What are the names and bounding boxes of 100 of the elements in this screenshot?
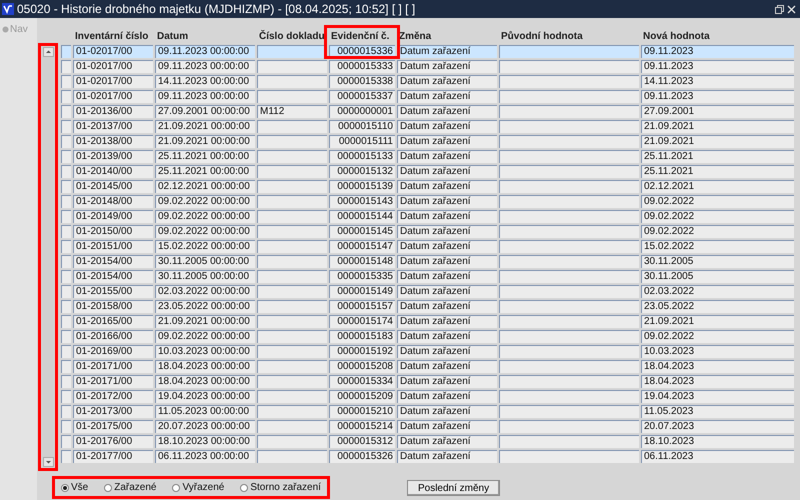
table-cell[interactable]: 01-20173/00 — [73, 405, 153, 418]
table-cell[interactable]: 0000015148 — [329, 255, 395, 268]
empty-cell[interactable] — [257, 195, 327, 208]
row-selector[interactable] — [61, 60, 71, 73]
table-cell[interactable]: 09.02.2022 00:00:00 — [155, 195, 255, 208]
table-cell[interactable]: 30.11.2005 00:00:00 — [155, 270, 255, 283]
table-cell[interactable]: 0000015111 — [329, 135, 395, 148]
table-cell[interactable]: 18.04.2023 00:00:00 — [155, 360, 255, 373]
empty-cell[interactable] — [257, 240, 327, 253]
table-cell[interactable]: 15.02.2022 00:00:00 — [155, 240, 255, 253]
table-cell[interactable]: 21.09.2021 — [641, 135, 794, 148]
table-cell[interactable]: 11.05.2023 — [641, 405, 794, 418]
scroll-down-icon[interactable] — [42, 457, 54, 467]
table-cell[interactable]: 25.11.2021 — [641, 150, 794, 163]
empty-cell[interactable] — [499, 240, 639, 253]
empty-cell[interactable] — [499, 120, 639, 133]
row-selector[interactable] — [61, 435, 71, 448]
table-cell[interactable]: Datum zařazení — [397, 270, 497, 283]
empty-cell[interactable] — [499, 405, 639, 418]
table-cell[interactable]: 0000015337 — [329, 90, 395, 103]
table-cell[interactable]: 20.07.2023 — [641, 420, 794, 433]
empty-cell[interactable] — [499, 255, 639, 268]
empty-cell[interactable] — [257, 435, 327, 448]
table-cell[interactable]: 0000015110 — [329, 120, 395, 133]
table-cell[interactable]: M112 — [257, 105, 327, 118]
table-cell[interactable]: 02.03.2022 00:00:00 — [155, 285, 255, 298]
table-cell[interactable]: 21.09.2021 00:00:00 — [155, 120, 255, 133]
table-cell[interactable]: Datum zařazení — [397, 345, 497, 358]
table-cell[interactable]: 01-20165/00 — [73, 315, 153, 328]
table-cell[interactable]: Datum zařazení — [397, 60, 497, 73]
table-cell[interactable]: Datum zařazení — [397, 120, 497, 133]
empty-cell[interactable] — [257, 330, 327, 343]
empty-cell[interactable] — [499, 195, 639, 208]
table-cell[interactable]: Datum zařazení — [397, 225, 497, 238]
empty-cell[interactable] — [499, 300, 639, 313]
table-cell[interactable]: 09.11.2023 — [641, 60, 794, 73]
table-cell[interactable]: 0000015145 — [329, 225, 395, 238]
empty-cell[interactable] — [499, 135, 639, 148]
table-cell[interactable]: Datum zařazení — [397, 420, 497, 433]
table-cell[interactable]: 0000015338 — [329, 75, 395, 88]
table-cell[interactable]: 25.11.2021 00:00:00 — [155, 150, 255, 163]
table-cell[interactable]: 23.05.2022 — [641, 300, 794, 313]
table-cell[interactable]: 09.02.2022 00:00:00 — [155, 225, 255, 238]
table-cell[interactable]: Datum zařazení — [397, 315, 497, 328]
row-selector[interactable] — [61, 330, 71, 343]
table-cell[interactable]: 09.02.2022 — [641, 330, 794, 343]
table-cell[interactable]: 18.04.2023 00:00:00 — [155, 375, 255, 388]
table-cell[interactable]: 01-20139/00 — [73, 150, 153, 163]
table-cell[interactable]: 01-20158/00 — [73, 300, 153, 313]
table-cell[interactable]: 01-20137/00 — [73, 120, 153, 133]
table-cell[interactable]: 01-20150/00 — [73, 225, 153, 238]
table-cell[interactable]: 14.11.2023 — [641, 75, 794, 88]
close-icon[interactable] — [787, 4, 796, 14]
table-cell[interactable]: 0000015210 — [329, 405, 395, 418]
table-cell[interactable]: 30.11.2005 — [641, 270, 794, 283]
empty-cell[interactable] — [499, 360, 639, 373]
row-selector[interactable] — [61, 420, 71, 433]
table-cell[interactable]: 25.11.2021 00:00:00 — [155, 165, 255, 178]
row-selector[interactable] — [61, 375, 71, 388]
table-cell[interactable]: 09.11.2023 00:00:00 — [155, 45, 255, 58]
empty-cell[interactable] — [499, 60, 639, 73]
table-cell[interactable]: 01-20166/00 — [73, 330, 153, 343]
table-cell[interactable]: 0000015139 — [329, 180, 395, 193]
row-selector[interactable] — [61, 90, 71, 103]
table-cell[interactable]: 09.02.2022 00:00:00 — [155, 210, 255, 223]
table-cell[interactable]: 18.10.2023 — [641, 435, 794, 448]
table-cell[interactable]: 01-20176/00 — [73, 435, 153, 448]
row-selector[interactable] — [61, 75, 71, 88]
filter-radio[interactable]: Storno zařazení — [240, 480, 321, 495]
table-cell[interactable]: Datum zařazení — [397, 330, 497, 343]
table-cell[interactable]: 06.11.2023 — [641, 450, 794, 463]
table-cell[interactable]: Datum zařazení — [397, 90, 497, 103]
table-cell[interactable]: 21.09.2021 — [641, 315, 794, 328]
empty-cell[interactable] — [499, 390, 639, 403]
table-cell[interactable]: 01-02017/00 — [73, 60, 153, 73]
table-cell[interactable]: 0000015333 — [329, 60, 395, 73]
empty-cell[interactable] — [257, 165, 327, 178]
table-cell[interactable]: 09.11.2023 00:00:00 — [155, 90, 255, 103]
table-cell[interactable]: 01-20175/00 — [73, 420, 153, 433]
table-cell[interactable]: 19.04.2023 — [641, 390, 794, 403]
row-selector[interactable] — [61, 390, 71, 403]
empty-cell[interactable] — [257, 225, 327, 238]
empty-cell[interactable] — [499, 90, 639, 103]
table-cell[interactable]: 30.11.2005 00:00:00 — [155, 255, 255, 268]
table-cell[interactable]: Datum zařazení — [397, 195, 497, 208]
table-cell[interactable]: Datum zařazení — [397, 360, 497, 373]
empty-cell[interactable] — [499, 105, 639, 118]
row-selector[interactable] — [61, 105, 71, 118]
table-cell[interactable]: Datum zařazení — [397, 405, 497, 418]
empty-cell[interactable] — [257, 210, 327, 223]
table-cell[interactable]: 30.11.2005 — [641, 255, 794, 268]
table-cell[interactable]: Datum zařazení — [397, 105, 497, 118]
table-cell[interactable]: Datum zařazení — [397, 75, 497, 88]
table-cell[interactable]: 02.12.2021 — [641, 180, 794, 193]
empty-cell[interactable] — [257, 315, 327, 328]
table-cell[interactable]: 21.09.2021 — [641, 120, 794, 133]
table-cell[interactable]: 0000015312 — [329, 435, 395, 448]
table-cell[interactable]: 01-20171/00 — [73, 375, 153, 388]
table-cell[interactable]: 25.11.2021 — [641, 165, 794, 178]
empty-cell[interactable] — [257, 360, 327, 373]
